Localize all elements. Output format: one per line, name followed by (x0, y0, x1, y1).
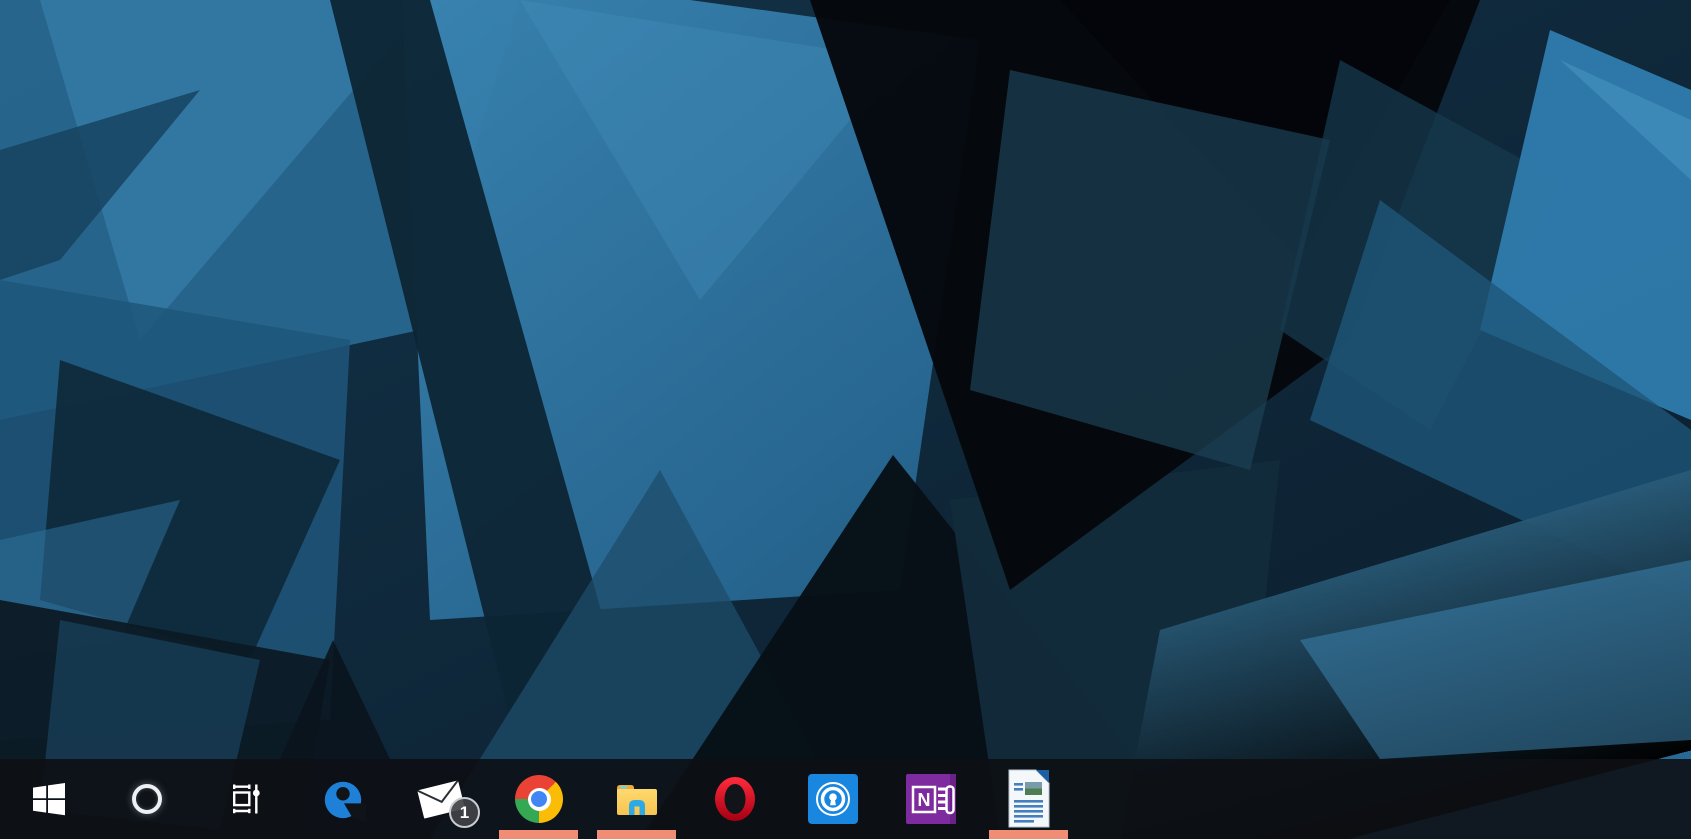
edge-button[interactable] (294, 759, 392, 839)
file-explorer-icon (614, 779, 660, 819)
start-button[interactable] (0, 759, 98, 839)
edge-icon (320, 776, 366, 822)
task-view-icon (228, 782, 262, 816)
file-explorer-button[interactable] (588, 759, 686, 839)
desktop-wallpaper (0, 0, 1691, 839)
task-view-button[interactable] (196, 759, 294, 839)
opera-icon (712, 775, 758, 823)
desktop: 1 N (0, 0, 1691, 839)
mail-unread-badge: 1 (449, 797, 480, 828)
mail-button[interactable]: 1 (392, 759, 490, 839)
windows-start-icon (32, 782, 66, 816)
chrome-button[interactable] (490, 759, 588, 839)
libreoffice-writer-icon (1006, 769, 1052, 829)
onenote-button[interactable]: N (882, 759, 980, 839)
cortana-button[interactable] (98, 759, 196, 839)
svg-text:N: N (918, 790, 931, 810)
chrome-icon (515, 775, 563, 823)
1password-icon (808, 774, 858, 824)
onenote-icon: N (906, 774, 956, 824)
libreoffice-writer-button[interactable] (980, 759, 1078, 839)
onepassword-button[interactable] (784, 759, 882, 839)
active-app-indicator (989, 830, 1068, 839)
taskbar: 1 N (0, 759, 1691, 839)
opera-button[interactable] (686, 759, 784, 839)
active-app-indicator (597, 830, 676, 839)
cortana-circle-icon (132, 784, 162, 814)
active-app-indicator (499, 830, 578, 839)
